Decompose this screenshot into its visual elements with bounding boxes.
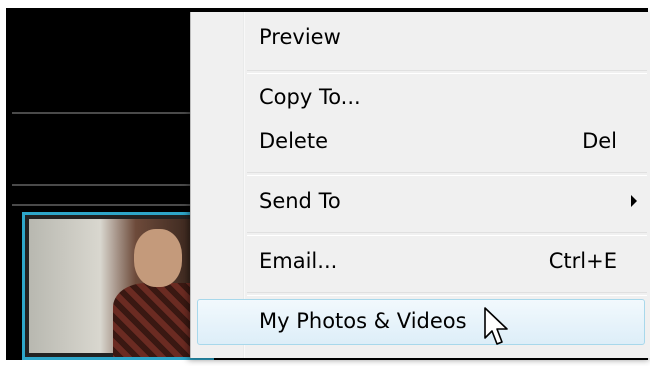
menu-item-label: Copy To...: [259, 85, 361, 109]
menu-item-label: Email...: [259, 249, 338, 273]
menu-separator: [247, 232, 647, 236]
menu-item-label: Preview: [259, 25, 341, 49]
menu-item-shortcut: Del: [582, 129, 617, 153]
menu-item-email[interactable]: Email... Ctrl+E: [191, 238, 650, 286]
menu-item-my-photos-videos[interactable]: My Photos & Videos: [191, 298, 650, 346]
thumbnail-person-face: [134, 229, 182, 287]
context-menu: Preview Copy To... Delete Del Send To Em…: [190, 12, 650, 358]
video-thumbnail-selected[interactable]: [22, 212, 214, 360]
menu-item-send-to[interactable]: Send To: [191, 178, 650, 226]
mouse-cursor-icon: [484, 307, 508, 345]
menu-separator: [247, 292, 647, 296]
divider-line: [12, 204, 202, 206]
menu-item-label: Delete: [259, 129, 328, 153]
menu-separator: [247, 172, 647, 176]
menu-item-delete[interactable]: Delete Del: [191, 118, 650, 166]
menu-item-shortcut: Ctrl+E: [548, 249, 617, 273]
menu-item-copy-to[interactable]: Copy To...: [191, 74, 650, 122]
menu-item-label: My Photos & Videos: [259, 309, 467, 333]
menu-item-preview[interactable]: Preview: [191, 14, 650, 62]
thumbnail-image: [29, 219, 211, 357]
divider-line: [12, 184, 202, 186]
divider-line: [12, 112, 202, 114]
menu-item-label: Send To: [259, 189, 341, 213]
chevron-right-icon: [631, 195, 637, 207]
